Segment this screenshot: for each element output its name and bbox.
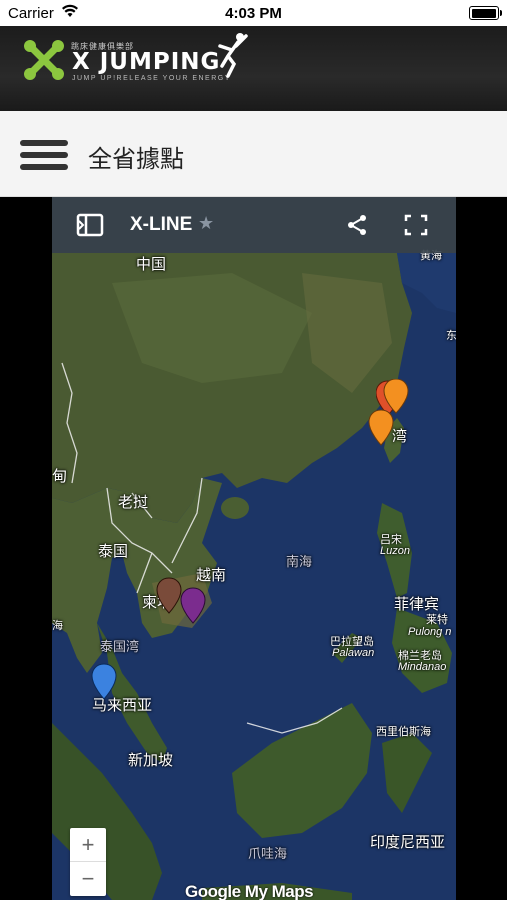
map-label-indonesia: 印度尼西亚: [370, 834, 446, 851]
map-label-mindanao: Mindanao: [398, 661, 447, 673]
page-title: 全省據點: [88, 146, 184, 173]
brand-header: 跳床健康俱樂部 X JUMPING JUMP UP!RELEASE YOUR E…: [0, 26, 507, 111]
zoom-control: + −: [70, 828, 106, 896]
brand-tagline: JUMP UP!RELEASE YOUR ENERGY: [72, 75, 231, 82]
map-label-singapore: 新加坡: [128, 752, 174, 769]
jumper-figure-icon: [214, 32, 250, 85]
map-label-south-china-sea: 南海: [286, 554, 313, 569]
map-label-vietnam: 越南: [196, 567, 227, 584]
brand-name: X JUMPING: [72, 49, 221, 75]
fullscreen-icon[interactable]: [404, 214, 428, 241]
share-icon[interactable]: [346, 214, 368, 241]
map-label-china: 中国: [136, 256, 167, 273]
page-header: 全省據點: [0, 111, 507, 197]
status-bar: Carrier 4:03 PM: [0, 0, 507, 26]
map-label-palawan: Palawan: [332, 647, 375, 659]
map-label-east-sea: 东: [446, 330, 456, 342]
map-title: X-LINE: [130, 214, 193, 235]
map-label-pulong-cn: 莱特: [426, 614, 448, 626]
sidebar-toggle-icon[interactable]: [76, 213, 104, 242]
map-marker[interactable]: [156, 577, 182, 615]
menu-icon[interactable]: [20, 138, 68, 172]
map-label-gulf-of-thailand: 泰国湾: [100, 639, 140, 654]
map-label-laos: 老挝: [118, 494, 149, 511]
map-label-pulong: Pulong n: [408, 626, 452, 638]
map-label-celebes-sea: 西里伯斯海: [376, 726, 431, 738]
map-marker[interactable]: [91, 663, 117, 701]
satellite-map[interactable]: 中国 黄海 东 湾 甸 老挝 泰国 越南 柬埔 南海 吕宋 Luzon 菲律宾 …: [52, 250, 456, 900]
zoom-in-button[interactable]: +: [70, 828, 106, 862]
google-my-maps-logo: Google My Maps: [185, 882, 314, 900]
star-icon[interactable]: ★: [198, 213, 214, 234]
map-marker[interactable]: [368, 409, 394, 447]
map-label-java-sea: 爪哇海: [248, 846, 288, 861]
clock: 4:03 PM: [225, 5, 282, 22]
battery-icon: [469, 6, 502, 20]
map-marker[interactable]: [180, 587, 206, 625]
map-toolbar: X-LINE ★: [52, 197, 456, 253]
map-label-thailand: 泰国: [98, 543, 129, 560]
x-logo-icon: [22, 38, 66, 87]
map-label-luzon: Luzon: [380, 545, 410, 557]
map-embed[interactable]: X-LINE ★ 中国 黄海 东 湾 甸 老挝 泰国 越南 柬埔 南海 吕宋 L…: [52, 197, 456, 900]
map-terrain: [52, 253, 456, 900]
map-label-myanmar: 甸: [52, 468, 68, 485]
zoom-out-button[interactable]: −: [70, 862, 106, 896]
map-label-sea-left: 海: [52, 620, 63, 632]
